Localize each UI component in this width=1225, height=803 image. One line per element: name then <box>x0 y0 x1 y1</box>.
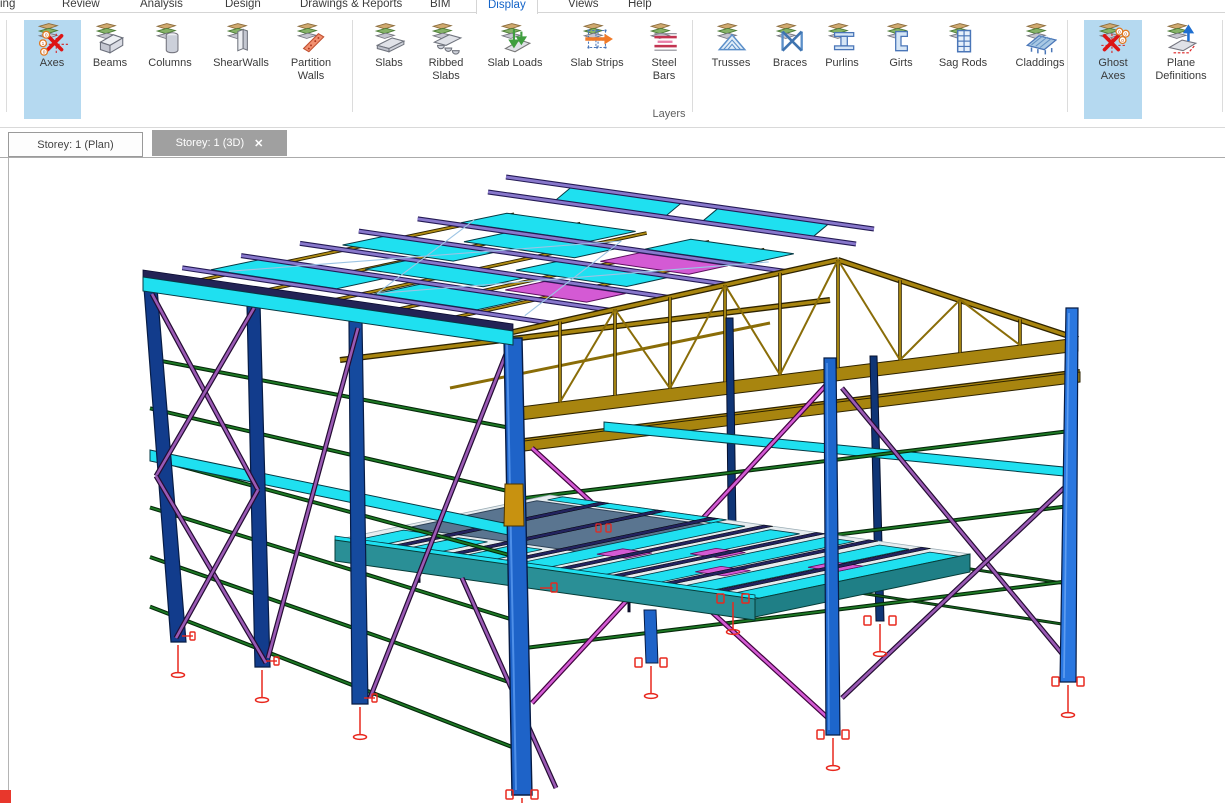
canvas-left-border <box>8 158 9 790</box>
close-tab-icon[interactable]: ✕ <box>254 137 263 150</box>
ribbon-button-beams[interactable]: Beams <box>83 20 137 119</box>
ribbon-button-sag-rods[interactable]: Sag Rods <box>932 20 994 119</box>
ribbon-button-slab-loads[interactable]: Slab Loads <box>479 20 551 119</box>
steel-structure-3d-model <box>0 158 1225 803</box>
truss-icon <box>714 22 748 56</box>
ribbon-layers-panel: Layers 010Axes Beams Columns ShearWalls … <box>0 12 1225 128</box>
app-window: { "menu": { "items": [ {"label": "ing", … <box>0 0 1225 802</box>
svg-text:0: 0 <box>1124 31 1127 37</box>
ribbed-slab-icon <box>429 22 463 56</box>
view-tab-label: Storey: 1 (Plan) <box>37 139 113 151</box>
svg-text:0: 0 <box>1121 38 1124 44</box>
ribbon-button-label: Braces <box>773 57 807 70</box>
slab-strips-icon <box>580 22 614 56</box>
ribbon-button-claddings[interactable]: Claddings <box>1006 20 1074 119</box>
ribbon-button-partition-walls[interactable]: Partition Walls <box>280 20 342 119</box>
ribbon-button-slab-strips[interactable]: Slab Strips <box>561 20 633 119</box>
purlin-icon <box>825 22 859 56</box>
menu-item-design[interactable]: Design <box>225 0 261 12</box>
brace-icon <box>773 22 807 56</box>
ghost-axes-icon: 000 <box>1096 22 1130 56</box>
viewport-3d[interactable] <box>0 157 1225 802</box>
menu-bar: ing Review Analysis Design Drawings & Report… <box>0 0 1225 13</box>
view-tab-storey-1-plan[interactable]: Storey: 1 (Plan) <box>8 132 143 157</box>
ribbon-button-girts[interactable]: Girts <box>879 20 923 119</box>
ribbon-button-axes[interactable]: 010Axes <box>24 20 81 119</box>
ribbon-button-plane-definitions[interactable]: Plane Definitions <box>1144 20 1218 119</box>
menu-item-bim[interactable]: BIM <box>430 0 450 12</box>
ribbon-button-trusses[interactable]: Trusses <box>703 20 759 119</box>
ribbon-button-label: Axes <box>40 57 64 70</box>
cladding-icon <box>1023 22 1057 56</box>
ribbon-button-braces[interactable]: Braces <box>764 20 816 119</box>
svg-text:0: 0 <box>45 32 48 38</box>
ribbon-button-label: Claddings <box>1016 57 1065 70</box>
girt-icon <box>884 22 918 56</box>
ribbon-group-separator <box>6 20 7 112</box>
ribbon-button-label: Steel Bars <box>646 57 682 82</box>
slab-loads-icon <box>498 22 532 56</box>
ribbon-button-label: Ribbed Slabs <box>425 57 467 82</box>
axes-icon: 010 <box>35 22 69 56</box>
ribbon-button-label: Ghost Axes <box>1092 57 1134 82</box>
sag-rods-icon <box>946 22 980 56</box>
menu-item-ing[interactable]: ing <box>0 0 15 12</box>
view-tab-storey-1-3d[interactable]: Storey: 1 (3D) ✕ <box>152 130 287 156</box>
ribbon-button-label: Columns <box>148 57 191 70</box>
shearwall-icon <box>224 22 258 56</box>
svg-text:0: 0 <box>1118 29 1121 35</box>
menu-item-analysis[interactable]: Analysis <box>140 0 183 12</box>
ribbon-group-separator <box>1222 20 1223 112</box>
view-tab-bar: Storey: 1 (Plan) Storey: 1 (3D) ✕ <box>0 128 1225 157</box>
slab-icon <box>372 22 406 56</box>
plane-definitions-icon <box>1164 22 1198 56</box>
steel-bars-icon <box>647 22 681 56</box>
column-icon <box>153 22 187 56</box>
ribbon-button-purlins[interactable]: Purlins <box>816 20 868 119</box>
ribbon-button-label: Partition Walls <box>286 57 336 82</box>
ribbon-button-columns[interactable]: Columns <box>141 20 199 119</box>
beam-icon <box>93 22 127 56</box>
ribbon-button-label: Plane Definitions <box>1148 57 1214 82</box>
ribbon-group-separator <box>352 20 353 112</box>
svg-text:0: 0 <box>43 49 46 55</box>
menu-item-help[interactable]: Help <box>628 0 652 12</box>
ribbon-button-slabs[interactable]: Slabs <box>365 20 413 119</box>
ribbon-button-label: Slab Loads <box>487 57 542 70</box>
ribbon-button-label: Slabs <box>375 57 403 70</box>
ribbon-button-label: Beams <box>93 57 127 70</box>
partition-wall-icon <box>294 22 328 56</box>
ribbon-button-shearwalls[interactable]: ShearWalls <box>204 20 278 119</box>
menu-item-drawings-reports[interactable]: Drawings & Reports <box>300 0 402 12</box>
ribbon-button-steel-bars[interactable]: Steel Bars <box>641 20 687 119</box>
ribbon-button-label: Girts <box>889 57 912 70</box>
ribbon-group-separator <box>692 20 693 112</box>
view-tab-label: Storey: 1 (3D) <box>176 137 244 149</box>
menu-item-display[interactable]: Display <box>476 0 538 14</box>
svg-text:1: 1 <box>42 41 45 47</box>
ribbon-button-label: Sag Rods <box>939 57 987 70</box>
ribbon-button-label: Trusses <box>712 57 751 70</box>
ribbon-button-label: ShearWalls <box>213 57 269 70</box>
menu-item-review[interactable]: Review <box>62 0 100 12</box>
menu-item-views[interactable]: Views <box>568 0 598 12</box>
ribbon-button-label: Purlins <box>825 57 859 70</box>
ribbon-button-label: Slab Strips <box>570 57 623 70</box>
red-corner-marker <box>0 790 11 803</box>
ribbon-button-ribbed-slabs[interactable]: Ribbed Slabs <box>420 20 472 119</box>
ribbon-button-ghost-axes[interactable]: 000Ghost Axes <box>1084 20 1142 119</box>
